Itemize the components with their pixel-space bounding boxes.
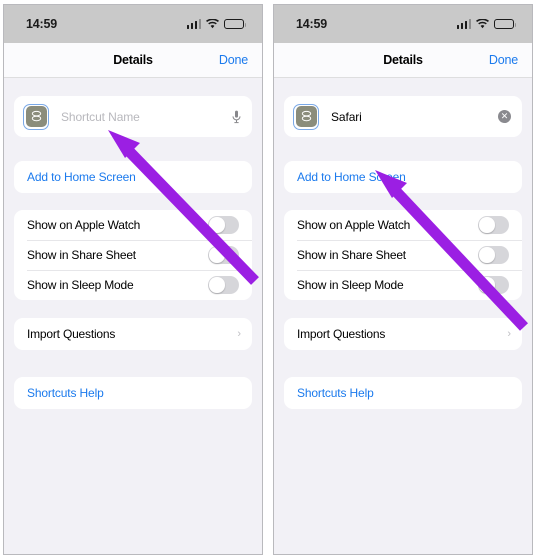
shortcut-name-field[interactable]: Safari ✕ xyxy=(284,96,522,137)
show-on-apple-watch-switch[interactable] xyxy=(478,216,509,234)
stacked-layers-glyph xyxy=(301,110,311,122)
navigation-bar: Details Done xyxy=(4,43,262,78)
shortcut-name-card: Safari ✕ xyxy=(284,96,522,137)
status-bar-time: 14:59 xyxy=(296,17,327,31)
status-bar: 14:59 xyxy=(4,5,262,43)
settings-content: Shortcut Name Add to Home Screen Show on… xyxy=(4,78,262,554)
toggle-label: Show in Share Sheet xyxy=(297,248,406,262)
add-to-home-screen-card: Add to Home Screen xyxy=(284,161,522,193)
import-questions-row[interactable]: Import Questions › xyxy=(284,318,522,350)
toggle-label: Show in Share Sheet xyxy=(27,248,136,262)
toggle-row-apple-watch[interactable]: Show on Apple Watch xyxy=(14,210,252,240)
navigation-bar: Details Done xyxy=(274,43,532,78)
shortcuts-help-button[interactable]: Shortcuts Help xyxy=(14,377,252,409)
show-in-sleep-mode-switch[interactable] xyxy=(478,276,509,294)
import-questions-label: Import Questions xyxy=(27,327,116,341)
phone-screenshot-left: 14:59 Details Done Shortcut Name Add to … xyxy=(3,4,263,555)
clear-circle-icon[interactable]: ✕ xyxy=(498,110,511,123)
visibility-toggles-card: Show on Apple Watch Show in Share Sheet … xyxy=(284,210,522,300)
screenshot-stage: 14:59 Details Done Shortcut Name Add to … xyxy=(0,0,536,559)
toggle-row-sleep-mode[interactable]: Show in Sleep Mode xyxy=(14,270,252,300)
shortcut-app-icon[interactable] xyxy=(293,103,319,130)
chevron-right-icon: › xyxy=(237,327,241,340)
shortcut-name-value: Safari xyxy=(331,109,362,124)
signal-bars-icon xyxy=(456,19,471,29)
toggle-label: Show in Sleep Mode xyxy=(27,278,134,292)
import-questions-label: Import Questions xyxy=(297,327,386,341)
phone-screenshot-right: 14:59 Details Done Safari ✕ Add to Home … xyxy=(273,4,533,555)
import-questions-row[interactable]: Import Questions › xyxy=(14,318,252,350)
wifi-icon xyxy=(206,19,219,29)
shortcut-name-field[interactable]: Shortcut Name xyxy=(14,96,252,137)
toggle-row-apple-watch[interactable]: Show on Apple Watch xyxy=(284,210,522,240)
toggle-row-share-sheet[interactable]: Show in Share Sheet xyxy=(284,240,522,270)
done-button[interactable]: Done xyxy=(219,53,248,67)
home-indicator-area xyxy=(4,554,262,555)
toggle-label: Show in Sleep Mode xyxy=(297,278,404,292)
shortcuts-help-card: Shortcuts Help xyxy=(14,377,252,409)
page-title: Details xyxy=(113,53,153,67)
shortcuts-help-button[interactable]: Shortcuts Help xyxy=(284,377,522,409)
toggle-row-sleep-mode[interactable]: Show in Sleep Mode xyxy=(284,270,522,300)
battery-icon xyxy=(224,19,247,29)
add-to-home-screen-button[interactable]: Add to Home Screen xyxy=(284,161,522,193)
chevron-right-icon: › xyxy=(507,327,511,340)
import-questions-card: Import Questions › xyxy=(284,318,522,350)
show-on-apple-watch-switch[interactable] xyxy=(208,216,239,234)
toggle-label: Show on Apple Watch xyxy=(297,218,411,232)
status-bar-time: 14:59 xyxy=(26,17,57,31)
visibility-toggles-card: Show on Apple Watch Show in Share Sheet … xyxy=(14,210,252,300)
stacked-layers-glyph xyxy=(31,110,41,122)
show-in-share-sheet-switch[interactable] xyxy=(478,246,509,264)
status-bar-indicators xyxy=(186,19,247,29)
shortcuts-help-card: Shortcuts Help xyxy=(284,377,522,409)
shortcut-app-icon[interactable] xyxy=(23,103,49,130)
page-title: Details xyxy=(383,53,423,67)
add-to-home-screen-card: Add to Home Screen xyxy=(14,161,252,193)
battery-icon xyxy=(494,19,517,29)
show-in-share-sheet-switch[interactable] xyxy=(208,246,239,264)
shortcut-name-placeholder: Shortcut Name xyxy=(61,109,140,124)
toggle-row-share-sheet[interactable]: Show in Share Sheet xyxy=(14,240,252,270)
signal-bars-icon xyxy=(186,19,201,29)
add-to-home-screen-button[interactable]: Add to Home Screen xyxy=(14,161,252,193)
status-bar-indicators xyxy=(456,19,517,29)
home-indicator-area xyxy=(274,554,532,555)
show-in-sleep-mode-switch[interactable] xyxy=(208,276,239,294)
done-button[interactable]: Done xyxy=(489,53,518,67)
microphone-icon[interactable] xyxy=(232,110,241,124)
wifi-icon xyxy=(476,19,489,29)
toggle-label: Show on Apple Watch xyxy=(27,218,141,232)
import-questions-card: Import Questions › xyxy=(14,318,252,350)
shortcut-name-card: Shortcut Name xyxy=(14,96,252,137)
status-bar: 14:59 xyxy=(274,5,532,43)
settings-content: Safari ✕ Add to Home Screen Show on Appl… xyxy=(274,78,532,554)
